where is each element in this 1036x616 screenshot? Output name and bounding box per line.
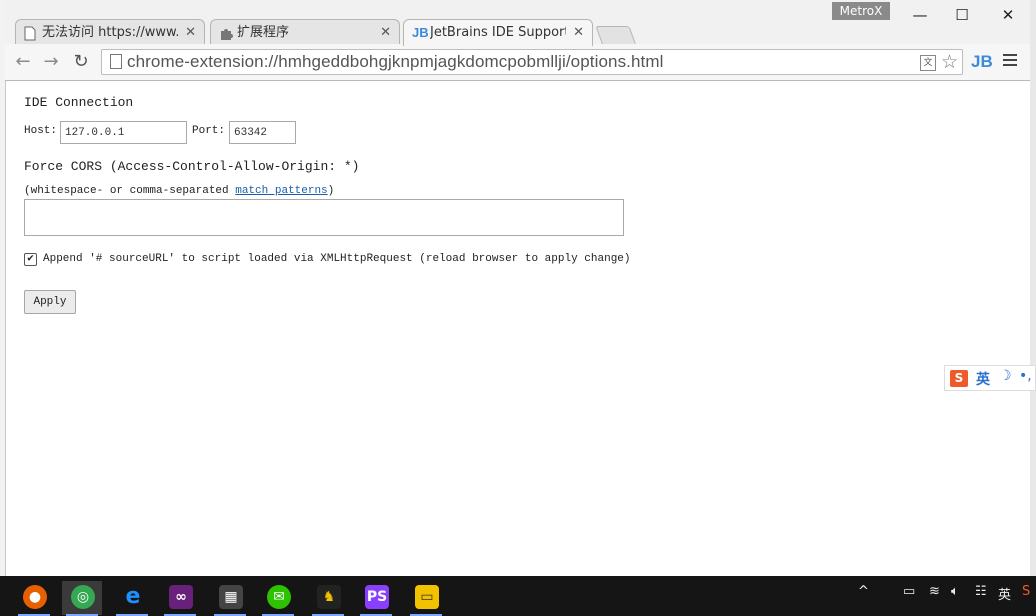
qq-taskbar-icon[interactable]: ♞	[308, 581, 348, 616]
close-icon[interactable]: ✕	[573, 20, 584, 46]
volume-icon[interactable]: 🔈︎	[951, 584, 959, 599]
desktop-edge-right	[1030, 0, 1036, 576]
tab-title: 无法访问 https://www.go	[42, 25, 178, 40]
address-bar[interactable]: chrome-extension://hmhgeddbohgjknpmjagkd…	[101, 49, 963, 75]
tab-title: JetBrains IDE Support O	[430, 25, 566, 40]
wifi-icon[interactable]: ≋	[929, 584, 940, 599]
file-explorer-taskbar-icon[interactable]: ▭	[406, 581, 446, 616]
address-text: chrome-extension://hmhgeddbohgjknpmjagkd…	[127, 52, 664, 71]
tray-overflow-icon[interactable]: ^	[858, 584, 869, 599]
minimize-button[interactable]: —	[900, 4, 940, 26]
page-icon	[110, 54, 122, 69]
sogou-logo-icon: S	[950, 370, 968, 387]
ie-taskbar-icon[interactable]: e	[112, 581, 152, 616]
tab-title: 扩展程序	[237, 25, 290, 40]
close-icon[interactable]: ✕	[185, 20, 196, 45]
host-label: Host:	[24, 125, 58, 137]
close-icon[interactable]: ✕	[380, 20, 391, 45]
apply-button[interactable]: Apply	[24, 290, 76, 314]
chrome-taskbar-icon[interactable]: ◎	[62, 581, 102, 616]
reload-icon[interactable]: ↻	[69, 50, 93, 74]
cors-hint-suffix: )	[327, 185, 335, 197]
cors-patterns-textarea[interactable]	[24, 199, 624, 236]
match-patterns-link[interactable]: match patterns	[235, 185, 327, 197]
forward-arrow-icon[interactable]: →	[39, 50, 63, 74]
ime-toolbar[interactable]: S 英 ☽ •,	[944, 365, 1036, 391]
translate-icon[interactable]: 文	[920, 55, 936, 71]
append-sourceurl-label: Append '# sourceURL' to script loaded vi…	[43, 253, 631, 265]
new-tab-button[interactable]	[595, 26, 637, 46]
phpstorm-taskbar-icon[interactable]: PS	[356, 581, 396, 616]
taskbar: ● ◎ e ∞ ▦ ✉ ♞ PS ▭ ^ ▭ ≋ 🔈︎ ☷ 英 S	[0, 576, 1036, 616]
cors-hint: (whitespace- or comma-separated match pa…	[24, 185, 334, 197]
back-arrow-icon[interactable]: ←	[11, 50, 35, 74]
tab-jetbrains[interactable]: JB JetBrains IDE Support O ✕	[403, 19, 593, 46]
cors-hint-prefix: (whitespace- or comma-separated	[24, 185, 236, 197]
profile-badge[interactable]: MetroX	[832, 2, 890, 20]
desktop-edge-left	[0, 0, 6, 576]
ime-tray-icon[interactable]: ☷	[975, 584, 987, 599]
port-input[interactable]	[229, 121, 296, 144]
maximize-button[interactable]: ☐	[942, 4, 982, 26]
app-taskbar-icon[interactable]: ▦	[210, 581, 250, 616]
input-language[interactable]: 英	[998, 584, 1011, 603]
section-force-cors: Force CORS (Access-Control-Allow-Origin:…	[24, 159, 360, 174]
jetbrains-icon: JB	[412, 25, 429, 40]
jetbrains-extension-icon[interactable]: JB	[971, 52, 993, 72]
menu-icon[interactable]	[1003, 54, 1017, 69]
ime-mode[interactable]: 英	[976, 369, 990, 389]
battery-icon[interactable]: ▭	[903, 584, 915, 599]
moon-icon[interactable]: ☽	[999, 368, 1012, 384]
close-button[interactable]: ✕	[988, 4, 1028, 26]
tab-extensions[interactable]: 扩展程序 ✕	[210, 19, 400, 45]
page-icon	[24, 25, 38, 41]
browser-titlebar: 无法访问 https://www.go ✕ 扩展程序 ✕ JB JetBrain…	[5, 0, 1030, 46]
port-label: Port:	[192, 125, 226, 137]
firefox-taskbar-icon[interactable]: ●	[14, 581, 54, 616]
browser-toolbar: ← → ↻ chrome-extension://hmhgeddbohgjknp…	[5, 44, 1030, 81]
append-sourceurl-checkbox[interactable]: ✔	[24, 253, 37, 266]
punctuation-icon[interactable]: •,	[1019, 368, 1032, 384]
puzzle-icon	[219, 25, 233, 41]
sogou-tray-icon[interactable]: S	[1022, 584, 1030, 599]
star-icon[interactable]: ☆	[941, 51, 958, 73]
visual-studio-taskbar-icon[interactable]: ∞	[160, 581, 200, 616]
wechat-taskbar-icon[interactable]: ✉	[258, 581, 298, 616]
section-ide-connection: IDE Connection	[24, 95, 134, 110]
host-input[interactable]	[60, 121, 187, 144]
tab-unreachable[interactable]: 无法访问 https://www.go ✕	[15, 19, 205, 45]
